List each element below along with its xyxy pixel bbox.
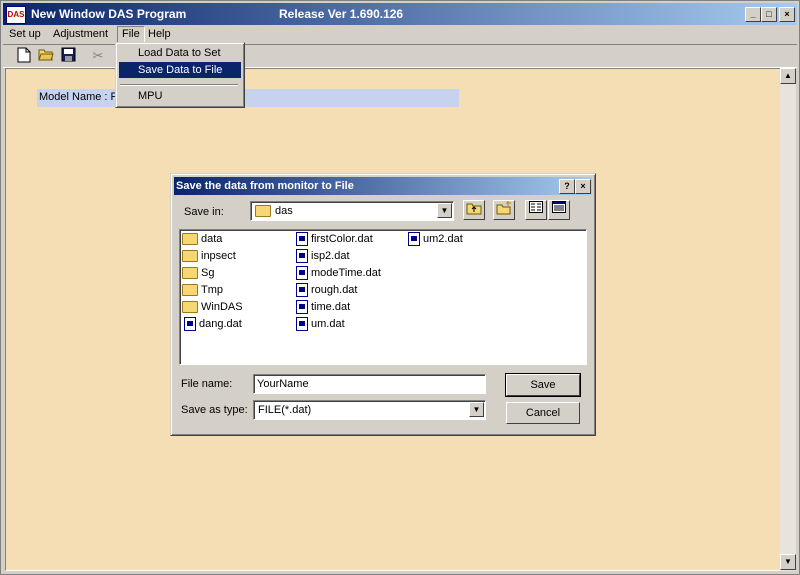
chevron-down-icon[interactable]: ▼ [437, 203, 452, 218]
list-item[interactable]: WinDAS [182, 299, 243, 315]
minimize-button[interactable]: _ [745, 7, 761, 22]
list-item[interactable]: dang.dat [184, 316, 242, 332]
file-icon [296, 283, 308, 298]
close-button[interactable]: × [779, 7, 795, 22]
file-menu-dropdown: Load Data to Set Save Data to File MPU [115, 42, 245, 108]
folder-icon [182, 267, 198, 280]
help-button[interactable]: ? [559, 179, 575, 194]
dialog-title-bar[interactable]: Save the data from monitor to File ? × [174, 177, 592, 195]
folder-icon [182, 250, 198, 263]
das-app-icon: DAS [6, 6, 26, 24]
file-list [179, 229, 587, 365]
list-item[interactable]: isp2.dat [296, 248, 350, 264]
list-item[interactable]: time.dat [296, 299, 350, 315]
main-window: DAS New Window DAS Program Release Ver 1… [0, 0, 800, 575]
folder-icon [255, 205, 271, 217]
chevron-down-icon[interactable]: ▼ [469, 402, 484, 417]
file-icon [296, 266, 308, 281]
file-icon [296, 317, 308, 332]
menu-load-data[interactable]: Load Data to Set [119, 45, 241, 61]
maximize-button[interactable]: □ [761, 7, 777, 22]
menu-separator [120, 84, 238, 86]
dialog-close-button[interactable]: × [575, 179, 591, 194]
file-name-input[interactable]: YourName [253, 374, 486, 394]
scroll-up-icon[interactable]: ▲ [780, 68, 796, 84]
file-name-label: File name: [181, 378, 233, 390]
save-in-value: das [275, 205, 293, 217]
save-disk-icon[interactable] [59, 47, 77, 65]
save-as-type-label: Save as type: [181, 404, 248, 416]
menu-setup[interactable]: Set up [5, 27, 45, 42]
new-file-icon[interactable] [15, 47, 33, 65]
dialog-title: Save the data from monitor to File [176, 180, 354, 192]
model-name-bar: Model Name : P [37, 89, 459, 107]
list-item[interactable]: rough.dat [296, 282, 357, 298]
folder-icon [182, 233, 198, 246]
cancel-button[interactable]: Cancel [506, 402, 580, 424]
file-icon [296, 249, 308, 264]
list-item[interactable]: modeTime.dat [296, 265, 381, 281]
folder-icon [182, 301, 198, 314]
up-folder-icon[interactable] [463, 200, 485, 220]
list-item[interactable]: um.dat [296, 316, 345, 332]
file-icon [296, 300, 308, 315]
menu-adjustment[interactable]: Adjustment [49, 27, 112, 42]
version-label: Release Ver 1.690.126 [279, 7, 404, 21]
title-bar[interactable]: DAS New Window DAS Program Release Ver 1… [3, 3, 797, 25]
menu-mpu[interactable]: MPU [119, 88, 241, 104]
list-item[interactable]: Tmp [182, 282, 223, 298]
open-folder-icon[interactable] [37, 47, 55, 65]
list-item[interactable]: inpsect [182, 248, 236, 264]
vertical-scrollbar[interactable]: ▲ ▼ [780, 68, 796, 571]
save-button[interactable]: Save [505, 373, 581, 397]
file-icon [296, 232, 308, 247]
menu-bar: Set up Adjustment File Help [3, 25, 797, 43]
save-in-label: Save in: [184, 206, 224, 218]
list-item[interactable]: um2.dat [408, 231, 463, 247]
window-title: New Window DAS Program [31, 7, 187, 21]
file-icon [184, 317, 196, 332]
file-icon [408, 232, 420, 247]
folder-icon [182, 284, 198, 297]
model-name-label: Model Name : P [39, 91, 118, 103]
menu-file[interactable]: File [117, 26, 145, 43]
list-item[interactable]: data [182, 231, 222, 247]
menu-help[interactable]: Help [144, 27, 175, 42]
details-view-icon[interactable] [548, 200, 570, 220]
list-item[interactable]: firstColor.dat [296, 231, 373, 247]
cut-scissors-icon[interactable]: ✂ [89, 47, 107, 65]
list-item[interactable]: Sg [182, 265, 214, 281]
save-as-type-select[interactable]: FILE(*.dat) ▼ [253, 400, 486, 420]
list-view-icon[interactable] [525, 200, 547, 220]
new-folder-icon[interactable] [493, 200, 515, 220]
scroll-down-icon[interactable]: ▼ [780, 554, 796, 570]
save-in-combo[interactable]: das ▼ [250, 201, 454, 221]
menu-save-data[interactable]: Save Data to File [119, 62, 241, 78]
